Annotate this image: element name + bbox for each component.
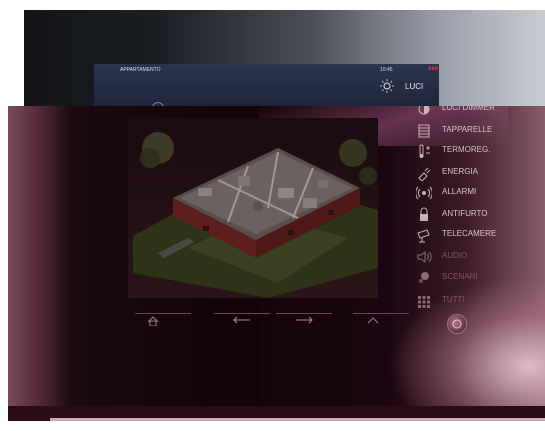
menu-item-tapparelle[interactable]: TAPPARELLE [412, 122, 542, 140]
back-header: APPARTAMENTO 10:45 ave [94, 64, 439, 76]
up-button[interactable] [353, 313, 409, 328]
speaker-icon [417, 251, 432, 263]
menu-item-termoreg[interactable]: TERMOREG. [412, 142, 542, 160]
thermostat-icon [419, 144, 430, 158]
back-time: 10:45 [380, 67, 393, 73]
side-menu: LUCI DIMMER TAPPARELLE TERMOREG. ENERGIA ALL… [408, 106, 545, 316]
arrow-right-icon [296, 316, 313, 324]
panel-bottom-edge [50, 418, 545, 421]
shutter-icon [418, 124, 430, 138]
home-button[interactable] [135, 313, 191, 328]
menu-item-label: ENERGIA [442, 167, 479, 176]
dimmer-icon [418, 106, 430, 115]
menu-item-label: TAPPARELLE [442, 125, 493, 134]
front-panel: LUCI DIMMER TAPPARELLE TERMOREG. ENERGIA ALL… [8, 106, 545, 421]
house-floorplan-view[interactable] [128, 118, 378, 298]
forward-button[interactable] [276, 313, 332, 328]
menu-item-audio[interactable]: AUDIO [412, 248, 542, 266]
menu-item-label: TERMOREG. [442, 145, 491, 154]
back-button[interactable] [214, 313, 270, 328]
antitheft-icon [420, 207, 428, 221]
menu-item-label: TUTTI [442, 295, 465, 304]
menu-item-label: TELECAMERE [442, 229, 497, 238]
house-render-image [133, 132, 378, 298]
arrow-up-icon [367, 317, 379, 324]
back-screen: APPARTAMENTO 10:45 ave LUCI [94, 64, 439, 114]
camera-icon [417, 229, 430, 243]
plug-icon [418, 167, 431, 181]
menu-item-label: ANTIFURTO [442, 209, 488, 218]
alarm-icon [416, 186, 432, 200]
back-app-title: APPARTAMENTO [120, 67, 161, 73]
menu-item-allarmi[interactable]: ALLARMI [412, 184, 542, 202]
power-button[interactable] [447, 314, 467, 334]
menu-item-tutti[interactable]: TUTTI [412, 292, 542, 310]
menu-item-label: AUDIO [442, 251, 468, 260]
menu-item-energia[interactable]: ENERGIA [412, 164, 542, 182]
arrow-left-icon [233, 316, 250, 324]
home-icon [147, 316, 159, 326]
menu-item-antifurto[interactable]: ANTIFURTO [412, 206, 542, 224]
scenario-icon [419, 272, 429, 283]
grid-icon [418, 296, 430, 308]
brand-logo: ave [428, 66, 439, 72]
menu-item-telecamere[interactable]: TELECAMERE [412, 226, 542, 244]
menu-item-label: ALLARMI [442, 187, 477, 196]
menu-item-scenari[interactable]: SCENARI [412, 269, 542, 287]
power-icon [452, 319, 462, 329]
menu-item-luci-dimmer[interactable]: LUCI DIMMER [412, 106, 542, 118]
menu-item-label: LUCI DIMMER [442, 106, 495, 112]
sun-icon [380, 79, 394, 93]
back-menu-item-label: LUCI [405, 82, 424, 91]
menu-item-label: SCENARI [442, 272, 478, 281]
